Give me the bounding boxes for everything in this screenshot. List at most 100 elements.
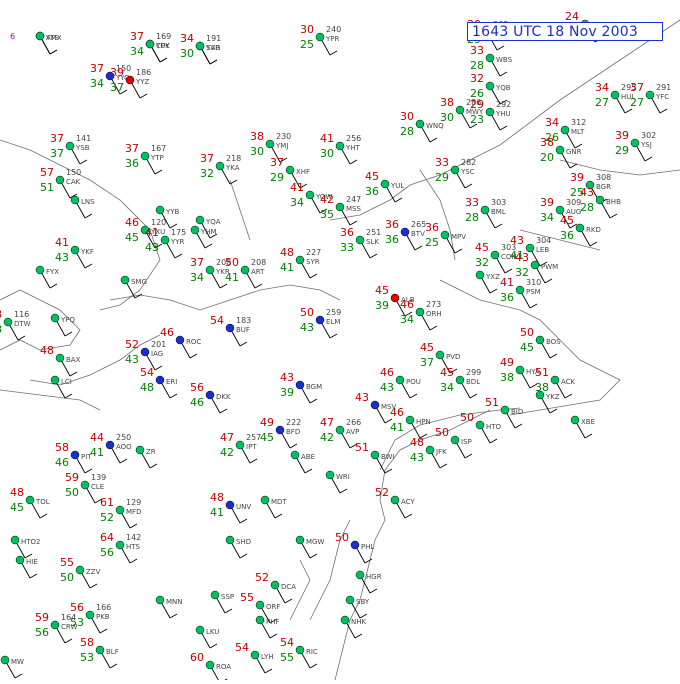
station-bax-temperature: 48 [40, 344, 54, 357]
station-yuy-temperature: 37 [130, 30, 144, 43]
station-xhf-sky-symbol [285, 165, 295, 175]
station-pwm-id: PWM [541, 263, 558, 271]
station-bhb-sky-symbol [595, 195, 605, 205]
station-yfc-id: YFC [655, 93, 669, 101]
station-art-id: ART [251, 268, 265, 276]
station-msv-id: MSV [381, 403, 396, 411]
station-ytp-pressure: 167 [151, 144, 166, 153]
station-eri-temperature: 54 [140, 366, 154, 379]
station-yyz-sky-symbol [125, 75, 135, 85]
station-cak-id: CAK [66, 178, 81, 186]
station-bos-temperature: 50 [520, 326, 534, 339]
station-bml-dewpoint: 28 [465, 211, 479, 224]
station-lyh-sky-symbol [250, 650, 260, 660]
station-hts-sky-symbol [115, 540, 125, 550]
station-msv-temperature: 43 [355, 391, 369, 404]
station-zzv-temperature: 55 [60, 556, 74, 569]
station-yyb-id: YYB [165, 208, 180, 216]
station-yvd-temperature: 34 [180, 32, 194, 45]
station-yyr-temperature: 41 [145, 226, 159, 239]
station-cle-id: CLE [91, 483, 104, 491]
station-smg-sky-symbol [120, 275, 130, 285]
station-ysc-id: YSC [460, 168, 475, 176]
station-ipt-id: IPT [246, 443, 257, 451]
station-crw-id: CRW [61, 623, 77, 631]
station-pit-sky-symbol [70, 450, 80, 460]
station-mdt-id: MDT [271, 498, 287, 506]
station-yyz-barb-flag [139, 93, 148, 99]
station-ysb-pressure: 141 [76, 134, 91, 143]
station-ysj-id: YSJ [640, 141, 652, 149]
station-phl-temperature: 50 [335, 531, 349, 544]
station-yow-temperature: 41 [290, 181, 304, 194]
station-avp-temperature: 47 [320, 416, 334, 429]
station-yht-barb-flag [349, 159, 358, 165]
station-wri-id: WRI [336, 473, 350, 481]
station-ack-id: ACK [561, 378, 576, 386]
station-btv-id: BTV [411, 230, 425, 238]
station-orh-dewpoint: 34 [400, 313, 414, 326]
station-bml-id: BML [491, 208, 506, 216]
station-yul-barb-flag [394, 197, 403, 203]
station-yyr-barb-flag [174, 253, 183, 259]
station-ykf-barb-flag [84, 263, 93, 269]
station-yvd-dewpoint: 30 [180, 47, 194, 60]
station-ysc-dewpoint: 29 [435, 171, 449, 184]
station-bax-barb-flag [69, 371, 78, 377]
station-wnq-sky-symbol [415, 119, 425, 129]
station-art-sky-symbol [240, 265, 250, 275]
station-lku-barb-flag [209, 643, 218, 649]
station-psm-pressure: 310 [526, 278, 541, 287]
station-iag-barb-flag [154, 365, 163, 371]
station-hts-id: HTS [126, 543, 141, 551]
station-mgw-barb-flag [309, 553, 318, 559]
title-box: 1643 UTC 18 Nov 2003 [467, 22, 663, 41]
station-yul-temperature: 45 [365, 170, 379, 183]
station-buf-temperature: 54 [210, 314, 224, 327]
station-ytp-id: YTP [150, 154, 164, 162]
station-btv-pressure: 265 [411, 220, 426, 229]
station-hts-barb-flag [129, 558, 138, 564]
station-lns-sky-symbol [70, 195, 80, 205]
station-hul-sky-symbol [610, 90, 620, 100]
station-wri-sky-symbol [325, 470, 335, 480]
station-isp-temperature: 50 [435, 426, 449, 439]
station-ykz-id: YKZ [545, 393, 560, 401]
station-lyh-temperature: 54 [235, 641, 249, 654]
station-mss-barb-flag [349, 220, 358, 226]
station-hto-temperature: 50 [460, 411, 474, 424]
station-unv-temperature: 48 [210, 491, 224, 504]
station-phl-barb-flag [364, 558, 373, 564]
station-pou-temperature: 46 [380, 366, 394, 379]
station-con-sky-symbol [490, 250, 500, 260]
station-ypr-barb-flag [329, 50, 338, 56]
station-syr-pressure: 227 [306, 248, 321, 257]
station-dca-temperature: 52 [255, 571, 269, 584]
station-ysc-sky-symbol [450, 165, 460, 175]
station-orf-sky-symbol [255, 600, 265, 610]
station-ysj-pressure: 302 [641, 131, 656, 140]
station-hie-sky-symbol [15, 555, 25, 565]
station-ipt-dewpoint: 42 [220, 446, 234, 459]
station-bos-id: BOS [546, 338, 561, 346]
station-pvd-id: PVD [446, 353, 460, 361]
station-aoo-dewpoint: 41 [90, 446, 104, 459]
station-tol-dewpoint: 45 [10, 501, 24, 514]
coastline-2 [0, 389, 101, 411]
station-yhu-dewpoint: 23 [470, 113, 484, 126]
station-yts-weather-code: 6 [10, 32, 15, 41]
station-fyx-barb-flag [49, 283, 58, 289]
surface-analysis-map: YTS 6 37 34 169 YUY 34 30 191 YVD 30 25 240 YPR 37 34 15… [0, 0, 680, 684]
station-bid-sky-symbol [500, 405, 510, 415]
station-fyx-sky-symbol [35, 265, 45, 275]
station-yka-sky-symbol [215, 161, 225, 171]
station-bax-id: BAX [66, 356, 81, 364]
station-xhf-dewpoint: 29 [270, 171, 284, 184]
station-elm-barb-flag [329, 333, 338, 339]
station-nhk-id: NHK [351, 618, 367, 626]
station-yfc-dewpoint: 27 [630, 96, 644, 109]
station-xbe-sky-symbol [570, 415, 580, 425]
station-amx-barb-flag [49, 49, 58, 55]
station-yhm-id: YHM [200, 228, 217, 236]
station-mwy-temperature: 38 [440, 96, 454, 109]
